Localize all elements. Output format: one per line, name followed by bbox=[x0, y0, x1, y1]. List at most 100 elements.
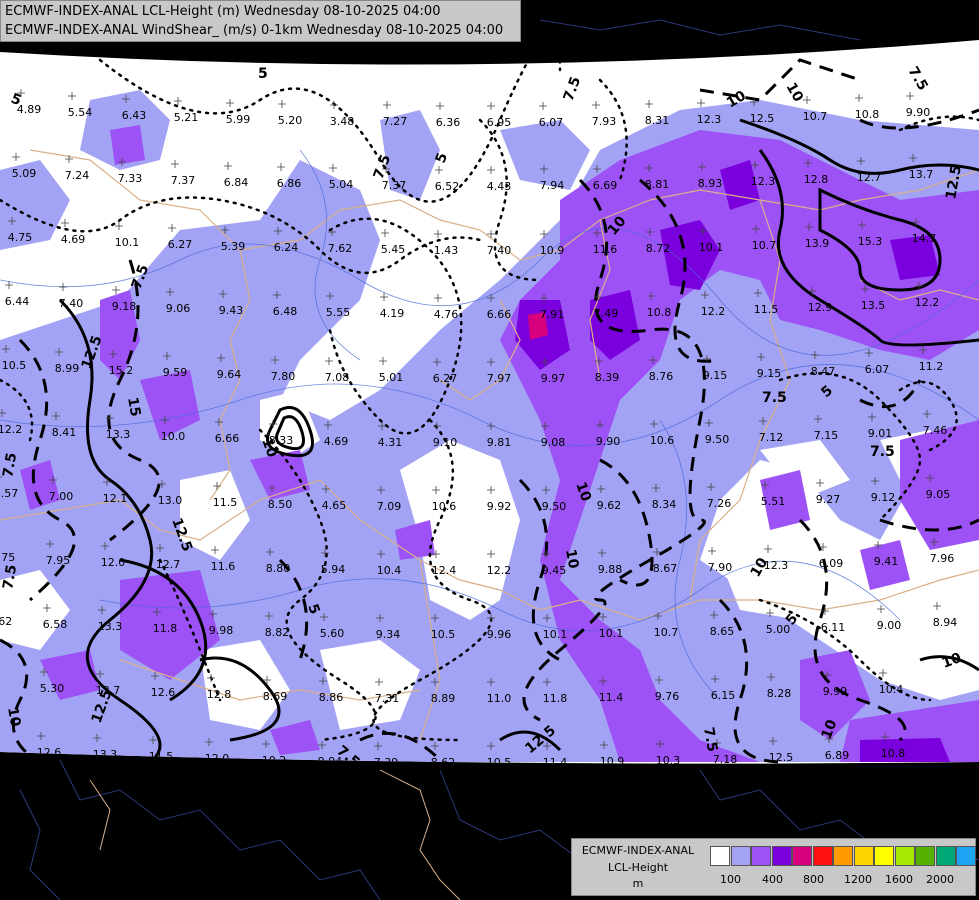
value-label: 6.58 bbox=[43, 618, 68, 631]
legend-swatch bbox=[874, 846, 894, 866]
value-label: 9.05 bbox=[926, 488, 951, 501]
value-label: 8.67 bbox=[653, 562, 678, 575]
value-label: 10.1 bbox=[543, 628, 568, 641]
value-label: 12.8 bbox=[207, 688, 232, 701]
value-label: 4.69 bbox=[324, 435, 349, 448]
value-label: 13.3 bbox=[93, 748, 118, 761]
value-label: 9.45 bbox=[542, 564, 567, 577]
value-label: 10.5 bbox=[487, 756, 512, 769]
value-label: 6.24 bbox=[274, 241, 299, 254]
value-label: 8.41 bbox=[52, 426, 77, 439]
value-label: 8.99 bbox=[55, 362, 80, 375]
value-label: 4.75 bbox=[8, 231, 33, 244]
value-label: 9.59 bbox=[163, 366, 188, 379]
value-label: 13.5 bbox=[861, 299, 886, 312]
value-label: 5.00 bbox=[766, 623, 791, 636]
value-label: 9.08 bbox=[541, 436, 566, 449]
title-line-2: ECMWF-INDEX-ANAL WindShear_ (m/s) 0-1km … bbox=[5, 23, 504, 38]
value-label: 5.62 bbox=[0, 615, 12, 628]
legend-tick: 1200 bbox=[844, 873, 872, 886]
value-label: 10.7 bbox=[803, 110, 828, 123]
value-label: 9.01 bbox=[868, 427, 893, 440]
legend-tick: 100 bbox=[720, 873, 741, 886]
value-label: 11.8 bbox=[543, 692, 568, 705]
value-label: 6.44 bbox=[5, 295, 30, 308]
value-label: 5.01 bbox=[379, 371, 404, 384]
value-label: 5.54 bbox=[68, 106, 93, 119]
value-label: 5.55 bbox=[326, 306, 351, 319]
value-label: 11.0 bbox=[487, 692, 512, 705]
value-label: 9.98 bbox=[209, 624, 234, 637]
value-label: 7.49 bbox=[594, 307, 619, 320]
value-label: 6.15 bbox=[711, 689, 736, 702]
value-label: 6.48 bbox=[273, 305, 298, 318]
value-label: 7.39 bbox=[374, 756, 399, 769]
value-label: 9.97 bbox=[541, 372, 566, 385]
value-label: 8.72 bbox=[646, 242, 671, 255]
value-label: 8.39 bbox=[595, 371, 620, 384]
value-label: 7.62 bbox=[328, 242, 353, 255]
value-label: 7.33 bbox=[118, 172, 143, 185]
value-label: 12.0 bbox=[205, 752, 230, 765]
value-label: 11.5 bbox=[213, 496, 238, 509]
value-label: 8.86 bbox=[319, 691, 344, 704]
value-label: 8.94 bbox=[933, 616, 958, 629]
value-label: 13.7 bbox=[909, 168, 934, 181]
value-label: 15.2 bbox=[109, 364, 134, 377]
legend-swatch bbox=[894, 846, 915, 866]
value-label: 9.27 bbox=[816, 493, 841, 506]
value-label: 10.0 bbox=[161, 430, 186, 443]
value-label: 7.94 bbox=[540, 179, 565, 192]
value-label: 11.4 bbox=[543, 756, 568, 769]
value-label: 12.1 bbox=[103, 492, 128, 505]
value-label: 7.90 bbox=[708, 561, 733, 574]
value-label: 7.80 bbox=[271, 370, 296, 383]
value-label: 9.57 bbox=[0, 487, 18, 500]
value-label: 7.15 bbox=[814, 429, 839, 442]
value-label: 6.09 bbox=[819, 557, 844, 570]
value-label: 13.3 bbox=[106, 428, 131, 441]
value-label: 6.89 bbox=[825, 749, 850, 762]
value-label: 12.4 bbox=[432, 564, 457, 577]
value-label: 11.6 bbox=[211, 560, 236, 573]
value-label: 13.3 bbox=[98, 620, 123, 633]
value-label: 11.5 bbox=[754, 303, 779, 316]
value-label: 7.96 bbox=[930, 552, 955, 565]
value-label: 5.94 bbox=[321, 563, 346, 576]
value-label: 14.7 bbox=[912, 232, 937, 245]
value-label: 4.43 bbox=[487, 180, 512, 193]
map-domain: 4.89 5.54 6.43 5.21 5.99 5.20 3.48 7.27 6.36 6.95… bbox=[0, 40, 979, 769]
value-label: 9.90 bbox=[596, 435, 621, 448]
value-label: 11.4 bbox=[599, 691, 624, 704]
value-label: 6.27 bbox=[433, 372, 458, 385]
value-label: 15.3 bbox=[858, 235, 883, 248]
value-label: 8.50 bbox=[268, 498, 293, 511]
value-label: 9.96 bbox=[487, 628, 512, 641]
value-label: 7.18 bbox=[713, 753, 738, 766]
value-label: 9.41 bbox=[874, 555, 899, 568]
value-label: 12.3 bbox=[697, 113, 722, 126]
value-label: 9.88 bbox=[598, 563, 623, 576]
value-label: 9.10 bbox=[433, 436, 458, 449]
value-label: 7.40 bbox=[59, 297, 84, 310]
value-label: 5.60 bbox=[320, 627, 345, 640]
value-label: 7.46 bbox=[923, 424, 948, 437]
value-label: 1.43 bbox=[434, 244, 459, 257]
value-label: 9.12 bbox=[871, 491, 896, 504]
contour-label: 10 bbox=[4, 706, 23, 728]
value-label: 8.75 bbox=[0, 551, 15, 564]
value-label: 10.1 bbox=[599, 627, 624, 640]
value-label: 12.6 bbox=[37, 746, 62, 759]
value-label: 6.86 bbox=[277, 177, 302, 190]
outer-border-lines-tan bbox=[89, 769, 461, 900]
value-label: 4.76 bbox=[434, 308, 459, 321]
value-label: 9.50 bbox=[542, 500, 567, 513]
value-label: 6.95 bbox=[487, 116, 512, 129]
value-label: 9.99 bbox=[823, 685, 848, 698]
value-label: 13.9 bbox=[805, 237, 830, 250]
value-label: 6.07 bbox=[865, 363, 890, 376]
value-label: 8.93 bbox=[698, 177, 723, 190]
value-label: 9.34 bbox=[376, 628, 401, 641]
legend-tick: 800 bbox=[803, 873, 824, 886]
value-label: 8.80 bbox=[266, 562, 291, 575]
